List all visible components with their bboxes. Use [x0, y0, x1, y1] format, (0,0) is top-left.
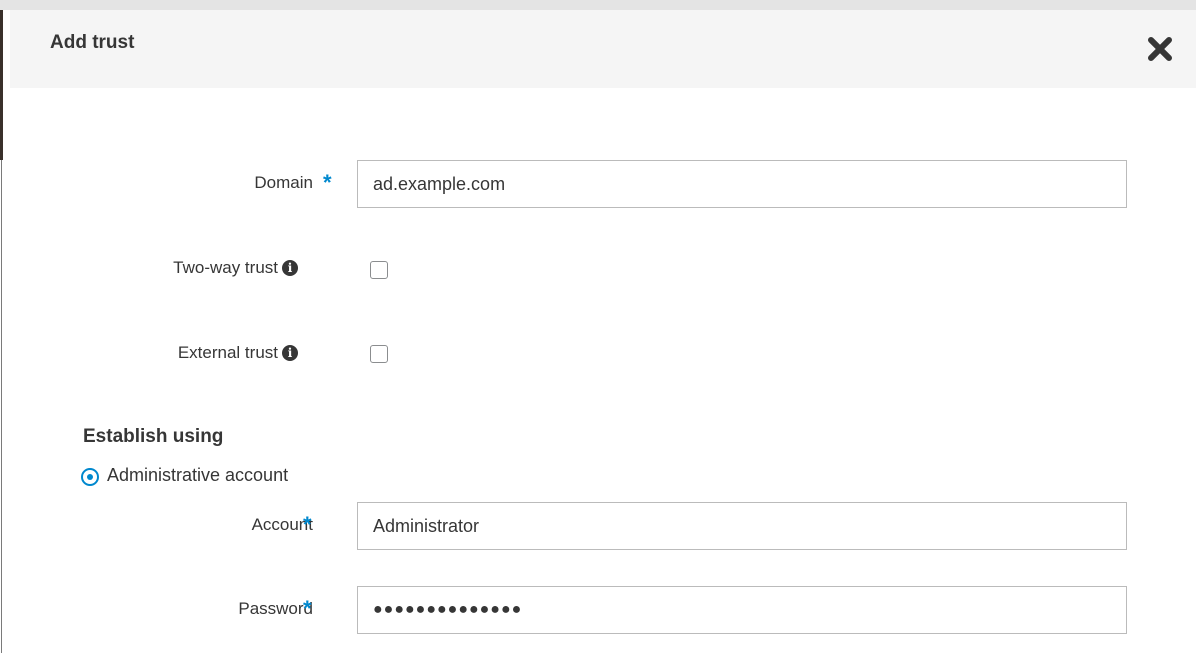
- background-left-edge: [0, 10, 10, 653]
- background-edge-dark: [0, 10, 3, 160]
- password-label: Password: [238, 599, 313, 618]
- domain-input[interactable]: [357, 160, 1127, 208]
- radio-selected-icon[interactable]: [81, 468, 99, 486]
- background-edge-line: [1, 160, 2, 653]
- external-trust-label-text: External trust: [177, 343, 278, 362]
- administrative-account-label: Administrative account: [107, 465, 289, 485]
- establish-using-title: Establish using: [83, 426, 224, 447]
- two-way-trust-label-text: Two-way trust: [173, 258, 278, 277]
- two-way-trust-label: Two-way trust i: [173, 258, 298, 278]
- two-way-trust-checkbox[interactable]: [370, 261, 388, 279]
- close-button[interactable]: [1145, 34, 1175, 64]
- external-trust-label: External trust i: [178, 343, 298, 363]
- dialog-header: Add trust: [10, 10, 1196, 88]
- dialog-title: Add trust: [50, 32, 135, 53]
- domain-label: Domain: [254, 173, 313, 192]
- add-trust-dialog: Add trust Domain * Two-way trusti Extern…: [10, 10, 1196, 653]
- account-required-marker: *: [303, 512, 312, 537]
- account-input[interactable]: [357, 502, 1127, 550]
- external-trust-checkbox[interactable]: [370, 345, 388, 363]
- info-icon[interactable]: i: [282, 260, 298, 276]
- password-input[interactable]: [357, 586, 1127, 634]
- close-icon: [1148, 37, 1172, 61]
- background-top-strip: [0, 0, 1196, 10]
- info-icon[interactable]: i: [282, 345, 298, 361]
- domain-required-marker: *: [323, 170, 332, 195]
- password-required-marker: *: [303, 596, 312, 621]
